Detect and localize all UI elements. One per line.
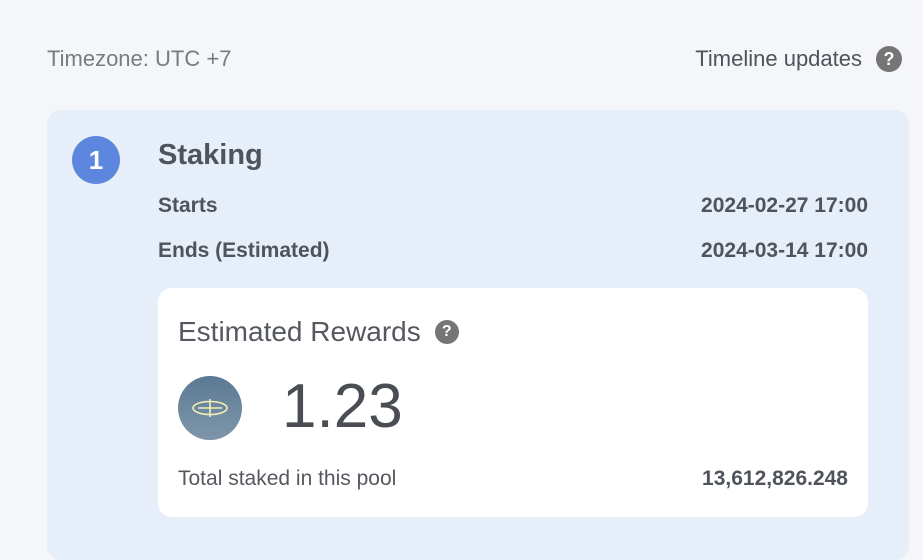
ends-value: 2024-03-14 17:00 <box>701 239 868 262</box>
staking-stage-card: 1 Staking Starts 2024-02-27 17:00 Ends (… <box>47 110 909 560</box>
timeline-header: Timezone: UTC +7 Timeline updates ? <box>0 0 923 110</box>
total-staked-value: 13,612,826.248 <box>702 467 848 490</box>
rewards-title: Estimated Rewards <box>178 316 421 347</box>
estimated-rewards-panel: Estimated Rewards ? 1.23 Total staked in… <box>158 288 868 517</box>
total-staked-label: Total staked in this pool <box>178 467 397 490</box>
starts-value: 2024-02-27 17:00 <box>701 194 868 217</box>
step-number-badge: 1 <box>72 136 120 184</box>
timeline-updates-link[interactable]: Timeline updates ? <box>695 46 902 72</box>
ends-label: Ends (Estimated) <box>158 239 330 262</box>
total-staked-row: Total staked in this pool 13,612,826.248 <box>178 466 848 492</box>
ends-row: Ends (Estimated) 2024-03-14 17:00 <box>158 238 868 264</box>
token-logo-glyph <box>192 399 228 417</box>
reward-amount: 1.23 <box>282 372 403 441</box>
starts-label: Starts <box>158 194 218 217</box>
rewards-help-icon[interactable]: ? <box>434 320 459 344</box>
starts-row: Starts 2024-02-27 17:00 <box>158 193 868 219</box>
token-logo-icon <box>178 376 242 440</box>
stage-title: Staking <box>158 139 263 171</box>
help-icon[interactable]: ? <box>876 46 902 72</box>
timezone-label: Timezone: UTC +7 <box>47 46 232 71</box>
rewards-header: Estimated Rewards ? <box>178 316 459 348</box>
timeline-updates-label: Timeline updates <box>695 46 862 71</box>
